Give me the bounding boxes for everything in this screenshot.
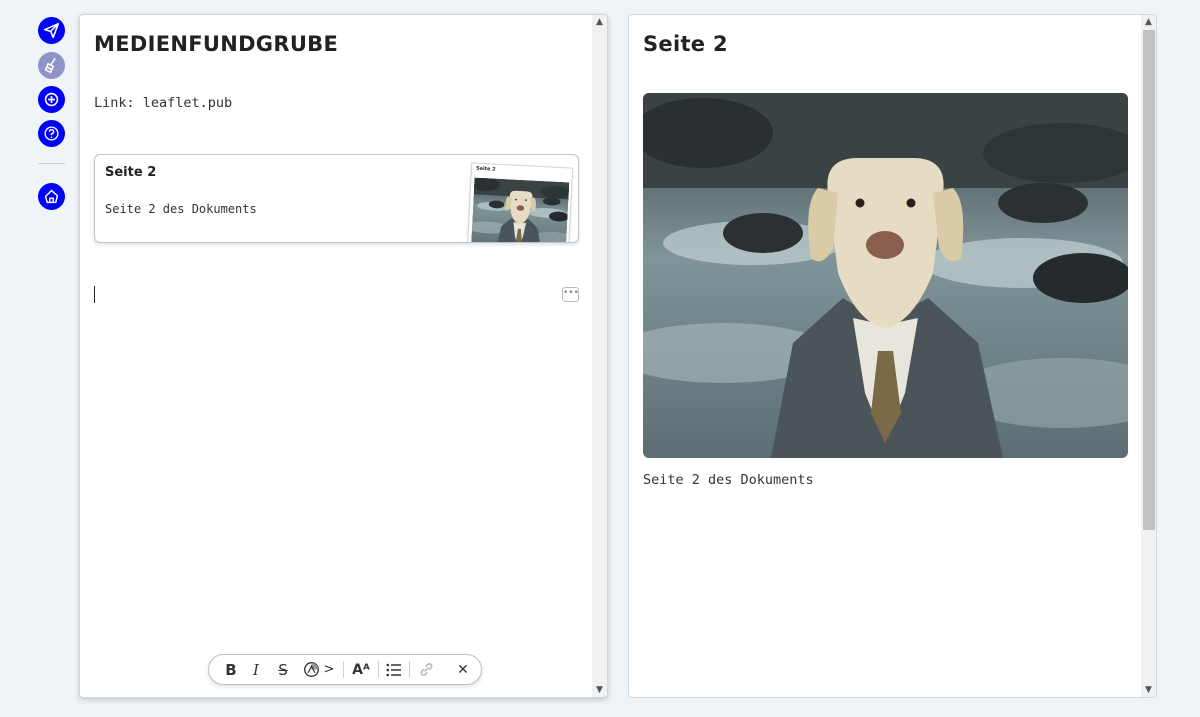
bold-button[interactable]: B	[221, 655, 241, 684]
link-label: Link:	[94, 95, 135, 111]
editor-scrollbar[interactable]: ▲ ▼	[592, 15, 607, 697]
broom-icon-glyph	[44, 57, 56, 74]
text-cursor	[94, 286, 95, 303]
card-description: Seite 2 des Dokuments	[105, 202, 257, 216]
help-icon[interactable]	[38, 120, 65, 147]
document-title[interactable]: MEDIENFUNDGRUBE	[94, 32, 338, 56]
close-toolbar-button[interactable]: ✕	[453, 655, 473, 684]
page-link-card[interactable]: Seite 2 Seite 2 des Dokuments Seite 2	[94, 154, 579, 243]
link-button[interactable]	[415, 655, 437, 684]
list-button[interactable]	[383, 655, 405, 684]
chevron-right-icon[interactable]: >	[322, 655, 336, 684]
page-image	[643, 93, 1128, 458]
home-icon-glyph	[44, 189, 59, 204]
editor-panel: MEDIENFUNDGRUBE Link: leaflet.pub Seite …	[79, 14, 608, 698]
dog-in-suit-picture	[643, 93, 1128, 458]
rail-divider	[38, 163, 65, 164]
card-thumbnail: Seite 2	[466, 162, 574, 243]
scroll-thumb[interactable]	[1143, 30, 1155, 530]
scroll-up-icon[interactable]: ▲	[592, 15, 607, 29]
dog-thumbnail-picture	[471, 178, 569, 243]
card-title: Seite 2	[105, 165, 157, 180]
italic-button[interactable]: I	[247, 655, 265, 684]
link-value[interactable]: leaflet.pub	[143, 95, 232, 111]
text-size-button[interactable]: Aᴬ	[349, 655, 373, 684]
send-icon[interactable]	[38, 17, 65, 44]
formatting-toolbar: B I S > Aᴬ ✕	[208, 654, 482, 685]
link-line[interactable]: Link: leaflet.pub	[94, 95, 232, 111]
add-icon-glyph	[44, 92, 59, 107]
add-icon[interactable]	[38, 86, 65, 113]
toolbar-divider	[409, 661, 410, 678]
send-icon-glyph	[43, 22, 60, 39]
preview-panel: Seite 2 Seite 2 des Dokuments ▲ ▼	[628, 14, 1157, 698]
toolbar-divider	[378, 661, 379, 678]
home-icon[interactable]	[38, 183, 65, 210]
preview-title: Seite 2	[643, 32, 728, 56]
color-palette-icon	[303, 662, 319, 677]
broom-icon[interactable]	[38, 52, 65, 79]
card-thumbnail-image	[471, 178, 569, 243]
preview-scrollbar[interactable]: ▲ ▼	[1141, 15, 1156, 697]
link-icon	[420, 663, 432, 676]
scroll-up-icon[interactable]: ▲	[1141, 15, 1156, 29]
block-options-button[interactable]: •••	[562, 287, 579, 302]
card-thumbnail-title: Seite 2	[475, 165, 496, 173]
scroll-down-icon[interactable]: ▼	[1141, 683, 1156, 697]
bullet-list-icon	[386, 663, 401, 676]
scroll-down-icon[interactable]: ▼	[592, 683, 607, 697]
strikethrough-button[interactable]: S	[273, 655, 293, 684]
image-caption: Seite 2 des Dokuments	[643, 472, 814, 488]
highlight-color-button[interactable]	[301, 655, 321, 684]
help-icon-glyph	[44, 126, 59, 141]
toolbar-divider	[343, 661, 344, 678]
